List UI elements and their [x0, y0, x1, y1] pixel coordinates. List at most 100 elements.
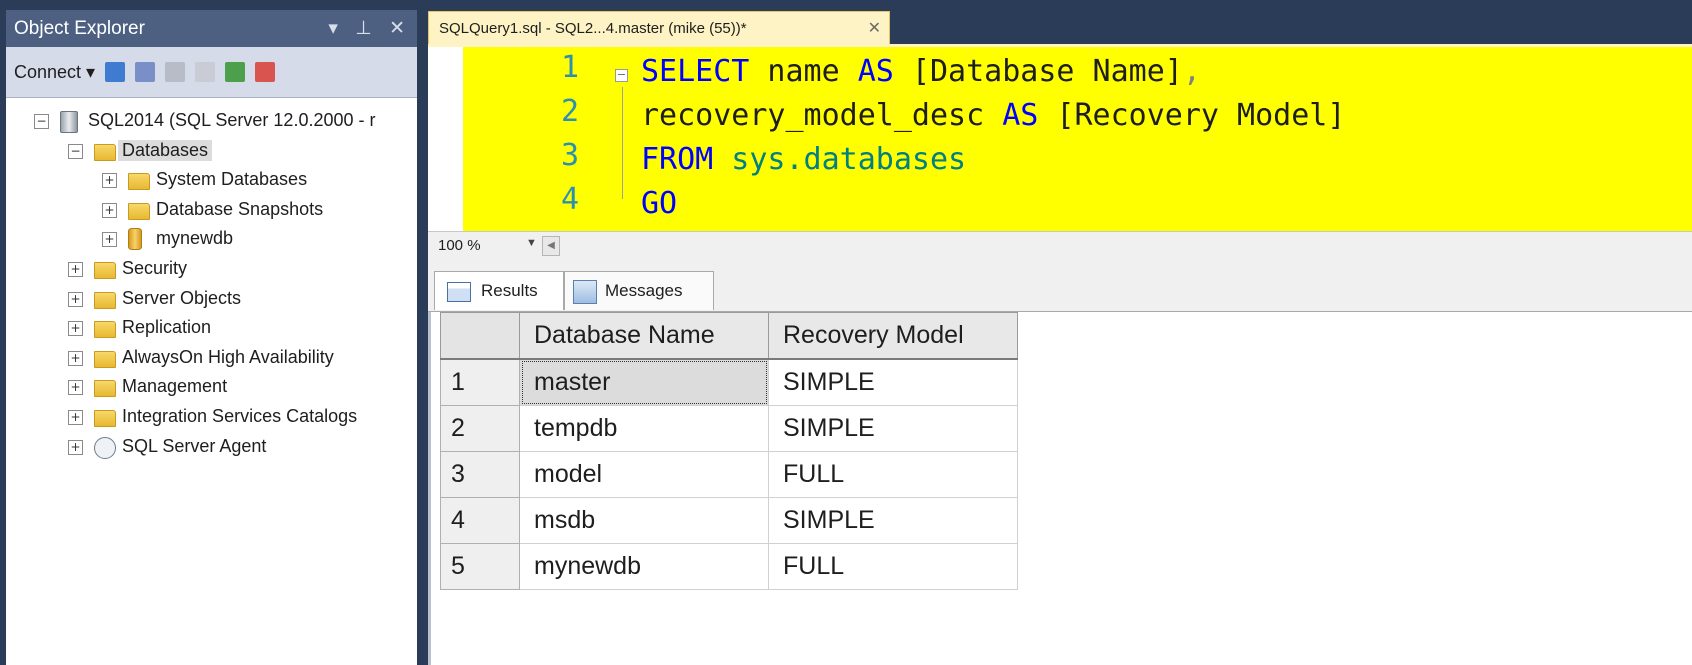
table-row[interactable]: 5 mynewdb FULL [440, 543, 1018, 590]
chevron-down-icon[interactable]: ▼ [526, 237, 537, 249]
expand-icon[interactable]: + [68, 350, 83, 366]
expand-icon[interactable]: + [102, 173, 117, 189]
tree-node[interactable]: + Server Objects [6, 286, 417, 316]
folder-icon [128, 173, 150, 191]
connect-database-icon[interactable] [105, 62, 126, 82]
folder-icon [94, 380, 116, 398]
tab-title: SQLQuery1.sql - SQL2...4.master (mike (5… [439, 20, 747, 37]
cell-recovery-model[interactable]: FULL [768, 451, 1018, 498]
query-editor[interactable]: 1 2 3 4 − SELECT name AS [Database Name]… [428, 47, 1692, 231]
expand-icon[interactable]: + [68, 439, 83, 455]
column-header[interactable]: Recovery Model [768, 312, 1018, 360]
collapse-region-icon[interactable]: − [615, 69, 628, 82]
folder-icon [94, 321, 116, 339]
tree-node[interactable]: + SQL Server Agent [6, 434, 417, 464]
cell-recovery-model[interactable]: FULL [768, 543, 1018, 590]
table-row[interactable]: 1 master SIMPLE [440, 358, 1018, 406]
tree-node-label: System Databases [156, 169, 308, 190]
cell-database-name[interactable]: tempdb [519, 405, 769, 452]
tree-node[interactable]: + Management [6, 374, 417, 404]
object-explorer-toolbar: Connect ▾ [6, 47, 417, 98]
scroll-left-icon[interactable]: ◀ [542, 236, 560, 256]
panel-controls[interactable]: ▾ ⊥ ✕ [328, 10, 411, 47]
grid-icon [447, 281, 471, 302]
expand-icon[interactable]: + [68, 291, 83, 307]
table-row[interactable]: 3 model FULL [440, 451, 1018, 498]
tree-node-label: Replication [122, 317, 212, 338]
tree-node-label: SQL2014 (SQL Server 12.0.2000 - r [88, 110, 376, 130]
folder-icon [94, 143, 116, 161]
tree-node-label: Database Snapshots [156, 198, 324, 219]
folder-icon [94, 409, 116, 427]
cell-recovery-model[interactable]: SIMPLE [768, 405, 1018, 452]
line-number: 1 [560, 50, 579, 85]
tree-node-label: mynewdb [156, 228, 234, 249]
cell-database-name[interactable]: msdb [519, 497, 769, 544]
column-header[interactable]: Database Name [519, 312, 769, 360]
tree-node-label: AlwaysOn High Availability [122, 346, 334, 367]
code-area[interactable]: 1 2 3 4 − SELECT name AS [Database Name]… [463, 47, 1692, 231]
zoom-level[interactable]: 100 % [438, 237, 481, 254]
expand-icon[interactable]: + [102, 232, 117, 248]
row-number[interactable]: 4 [440, 497, 520, 544]
row-number[interactable]: 1 [440, 358, 520, 406]
tree-node[interactable]: + Integration Services Catalogs [6, 404, 417, 434]
expand-icon[interactable]: + [68, 321, 83, 337]
row-number[interactable]: 2 [440, 405, 520, 452]
line-number: 3 [560, 138, 579, 173]
tree-node[interactable]: − SQL2014 (SQL Server 12.0.2000 - r [6, 108, 417, 138]
filter-icon[interactable] [195, 62, 216, 82]
tree-node[interactable]: + AlwaysOn High Availability [6, 345, 417, 375]
folder-icon [94, 291, 116, 309]
object-explorer-titlebar: Object Explorer ▾ ⊥ ✕ [6, 10, 417, 47]
stop-icon[interactable] [165, 62, 186, 82]
disconnect-icon[interactable] [135, 62, 156, 82]
connect-button[interactable]: Connect ▾ [14, 62, 95, 83]
cell-database-name[interactable]: model [519, 451, 769, 498]
cell-recovery-model[interactable]: SIMPLE [768, 358, 1018, 406]
code-line-4: GO [641, 186, 678, 221]
collapse-icon[interactable]: − [68, 143, 83, 159]
tab-messages[interactable]: Messages [564, 271, 714, 310]
tree-node-label: Integration Services Catalogs [122, 405, 358, 426]
collapse-icon[interactable]: − [34, 114, 49, 129]
code-line-2: recovery_model_desc AS [Recovery Model] [641, 98, 1346, 133]
table-row[interactable]: 4 msdb SIMPLE [440, 497, 1018, 544]
cell-database-name[interactable]: mynewdb [519, 543, 769, 590]
tree-node[interactable]: + Replication [6, 315, 417, 345]
expand-icon[interactable]: + [68, 409, 83, 425]
folder-icon [94, 261, 116, 279]
line-number: 4 [560, 182, 579, 217]
object-explorer-tree: − SQL2014 (SQL Server 12.0.2000 - r − Datab… [6, 98, 417, 463]
row-number[interactable]: 3 [440, 451, 520, 498]
tree-node[interactable]: + Database Snapshots [6, 197, 417, 227]
cell-database-name[interactable]: master [519, 358, 769, 406]
row-number[interactable]: 5 [440, 543, 520, 590]
tree-node[interactable]: + Security [6, 256, 417, 286]
refresh-icon[interactable] [225, 62, 246, 82]
tree-node[interactable]: + mynewdb [6, 226, 417, 256]
tree-node[interactable]: − Databases [6, 138, 417, 168]
results-grid[interactable]: Database Name Recovery Model 1 master SIMP… [440, 312, 1018, 590]
tab-results[interactable]: Results [434, 271, 564, 310]
tab-sqlquery1[interactable]: SQLQuery1.sql - SQL2...4.master (mike (5… [428, 11, 890, 45]
expand-icon[interactable]: + [102, 202, 117, 218]
activity-monitor-icon[interactable] [255, 62, 276, 82]
tree-node-label: Server Objects [122, 287, 242, 308]
cell-recovery-model[interactable]: SIMPLE [768, 497, 1018, 544]
expand-icon[interactable]: + [68, 380, 83, 396]
tree-node-label: SQL Server Agent [122, 435, 267, 456]
grid-corner[interactable] [440, 312, 520, 360]
tree-node[interactable]: + System Databases [6, 167, 417, 197]
folder-icon [94, 350, 116, 368]
tab-close-icon[interactable]: ✕ [868, 12, 881, 46]
agent-icon [94, 436, 116, 459]
server-icon [60, 111, 78, 133]
object-explorer-title: Object Explorer [14, 18, 145, 39]
expand-icon[interactable]: + [68, 261, 83, 277]
fold-guide [622, 87, 623, 199]
ssms-window: Object Explorer ▾ ⊥ ✕ Connect ▾ − SQL2014… [0, 0, 1692, 665]
code-line-3: FROM sys.databases [641, 142, 967, 177]
tree-node-label: Databases [118, 139, 213, 161]
table-row[interactable]: 2 tempdb SIMPLE [440, 405, 1018, 452]
